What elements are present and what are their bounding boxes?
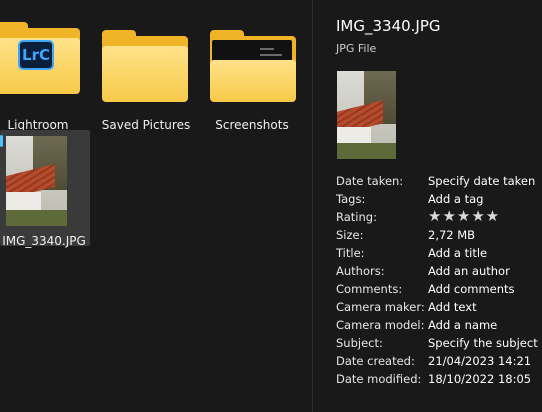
prop-title: Title: Add a title <box>336 246 541 264</box>
prop-label: Rating: <box>336 210 377 224</box>
prop-label: Date taken: <box>336 174 404 188</box>
title-field[interactable]: Add a title <box>428 246 487 260</box>
prop-label: Comments: <box>336 282 403 296</box>
prop-rating: Rating: ★★★★★ <box>336 207 541 228</box>
date-modified-value: 18/10/2022 18:05 <box>428 372 532 386</box>
prop-label: Date created: <box>336 354 415 368</box>
lightroom-classic-icon: LrC <box>18 40 54 70</box>
file-label: IMG_3340.JPG <box>2 234 86 248</box>
prop-comments: Comments: Add comments <box>336 282 541 300</box>
prop-label: Title: <box>336 246 365 260</box>
tags-field[interactable]: Add a tag <box>428 192 483 206</box>
size-value: 2,72 MB <box>428 228 476 242</box>
authors-field[interactable]: Add an author <box>428 264 510 278</box>
folder-label: Saved Pictures <box>101 118 191 132</box>
image-thumbnail <box>6 136 67 226</box>
prop-authors: Authors: Add an author <box>336 264 541 282</box>
details-pane: IMG_3340.JPG JPG File Date taken: Specif… <box>313 0 542 412</box>
prop-label: Camera model: <box>336 318 425 332</box>
prop-subject: Subject: Specify the subject <box>336 336 541 354</box>
subject-field[interactable]: Specify the subject <box>428 336 538 350</box>
details-title: IMG_3340.JPG <box>336 17 441 35</box>
folder-label: Screenshots <box>215 118 289 132</box>
prop-label: Size: <box>336 228 364 242</box>
prop-label: Subject: <box>336 336 383 350</box>
details-file-type: JPG File <box>336 42 377 55</box>
selection-checkbox-indicator[interactable] <box>0 135 3 147</box>
comments-field[interactable]: Add comments <box>428 282 515 296</box>
prop-date-modified: Date modified: 18/10/2022 18:05 <box>336 372 541 390</box>
rating-stars[interactable]: ★★★★★ <box>428 207 500 225</box>
prop-date-created: Date created: 21/04/2023 14:21 <box>336 354 541 372</box>
camera-maker-field[interactable]: Add text <box>428 300 477 314</box>
prop-date-taken: Date taken: Specify date taken <box>336 174 541 192</box>
camera-model-field[interactable]: Add a name <box>428 318 497 332</box>
prop-camera-maker: Camera maker: Add text <box>336 300 541 318</box>
prop-label: Tags: <box>336 192 366 206</box>
prop-label: Camera maker: <box>336 300 425 314</box>
prop-label: Authors: <box>336 264 385 278</box>
prop-camera-model: Camera model: Add a name <box>336 318 541 336</box>
prop-size: Size: 2,72 MB <box>336 228 541 246</box>
date-taken-field[interactable]: Specify date taken <box>428 174 535 188</box>
file-grid: LrC Lightroom Saved Pictures Screenshots <box>0 0 312 412</box>
prop-label: Date modified: <box>336 372 422 386</box>
details-preview-image <box>337 71 396 159</box>
date-created-value: 21/04/2023 14:21 <box>428 354 532 368</box>
